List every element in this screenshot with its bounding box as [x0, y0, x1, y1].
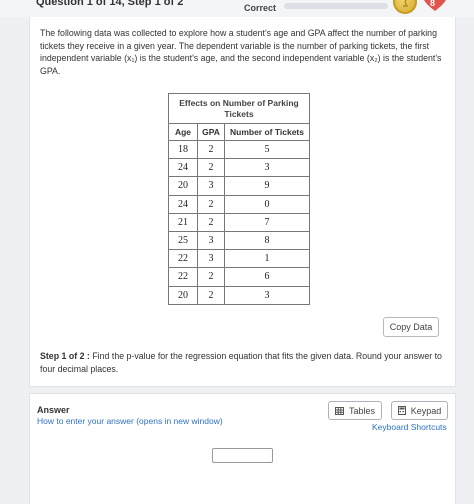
cell-gpa: 2: [197, 139, 225, 160]
cell-gpa: 3: [197, 249, 225, 269]
answer-card: Answer How to enter your answer (opens i…: [29, 393, 456, 504]
cell-age: 20: [168, 285, 198, 305]
keyboard-shortcuts-link[interactable]: Keyboard Shortcuts: [372, 422, 447, 432]
cell-gpa: 2: [197, 194, 225, 214]
progress-bar: [284, 3, 388, 9]
table-row: 20 2 3: [168, 285, 310, 305]
cell-tickets: 1: [224, 249, 310, 269]
table-row: 21 2 7: [168, 212, 310, 232]
step-text: Find the p-value for the regression equa…: [40, 351, 442, 374]
tables-button-label: Tables: [348, 405, 375, 416]
keypad-button[interactable]: Keypad: [391, 401, 448, 420]
cell-age: 25: [168, 230, 198, 251]
cell-tickets: 8: [224, 230, 310, 251]
step-instruction: Step 1 of 2 : Find the p-value for the r…: [40, 350, 450, 376]
table-row: 24 2 0: [168, 194, 310, 214]
cell-gpa: 3: [197, 176, 225, 196]
col-header-tickets: Number of Tickets: [224, 123, 310, 141]
col-header-age: Age: [168, 123, 198, 141]
cell-age: 21: [168, 212, 198, 232]
keypad-button-label: Keypad: [410, 405, 442, 416]
table-row: 22 3 1: [168, 249, 310, 269]
table-row: 24 2 3: [168, 158, 310, 178]
table-icon: [334, 406, 344, 415]
cell-tickets: 0: [224, 194, 310, 214]
cell-age: 24: [168, 194, 198, 214]
data-table-wrapper: Effects on Number of Parking Tickets Age…: [168, 93, 310, 305]
table-row: 22 2 6: [168, 267, 310, 287]
table-caption: Effects on Number of Parking Tickets: [168, 93, 310, 124]
cell-age: 18: [168, 139, 198, 160]
tables-button[interactable]: Tables: [328, 401, 382, 420]
cell-tickets: 6: [224, 267, 310, 287]
table-row: 20 3 9: [168, 176, 310, 196]
cell-tickets: 9: [224, 176, 310, 196]
answer-help-link[interactable]: How to enter your answer (opens in new w…: [37, 416, 223, 426]
copy-data-button[interactable]: Copy Data: [383, 317, 439, 337]
cell-age: 22: [168, 267, 198, 287]
answer-title: Answer: [37, 405, 70, 415]
cell-age: 22: [168, 249, 198, 269]
hearts-count: 8: [430, 0, 436, 8]
cell-tickets: 5: [224, 139, 310, 160]
cell-gpa: 3: [197, 230, 225, 251]
cell-gpa: 2: [197, 267, 225, 287]
problem-intro: The following data was collected to expl…: [40, 28, 442, 76]
cell-gpa: 2: [197, 212, 225, 232]
cell-age: 20: [168, 176, 198, 196]
problem-card: The following data was collected to expl…: [29, 17, 456, 387]
calculator-icon: [397, 406, 406, 415]
cell-age: 24: [168, 158, 198, 178]
cell-tickets: 3: [224, 158, 310, 178]
col-header-gpa: GPA: [197, 123, 225, 141]
coin-icon: [393, 0, 417, 14]
cell-tickets: 7: [224, 212, 310, 232]
table-row: 25 3 8: [168, 230, 310, 251]
answer-input[interactable]: [212, 448, 273, 463]
step-label: Step 1 of 2 :: [40, 351, 90, 361]
question-label: Question 1 of 14, Step 1 of 2: [36, 0, 184, 8]
cell-tickets: 3: [224, 285, 310, 305]
cell-gpa: 2: [197, 158, 225, 178]
cell-gpa: 2: [197, 285, 225, 305]
top-bar: Question 1 of 14, Step 1 of 2 Correct 8: [0, 0, 474, 17]
status-text: Correct: [244, 3, 277, 13]
table-row: 18 2 5: [168, 139, 310, 160]
data-table: Effects on Number of Parking Tickets Age…: [168, 93, 310, 305]
